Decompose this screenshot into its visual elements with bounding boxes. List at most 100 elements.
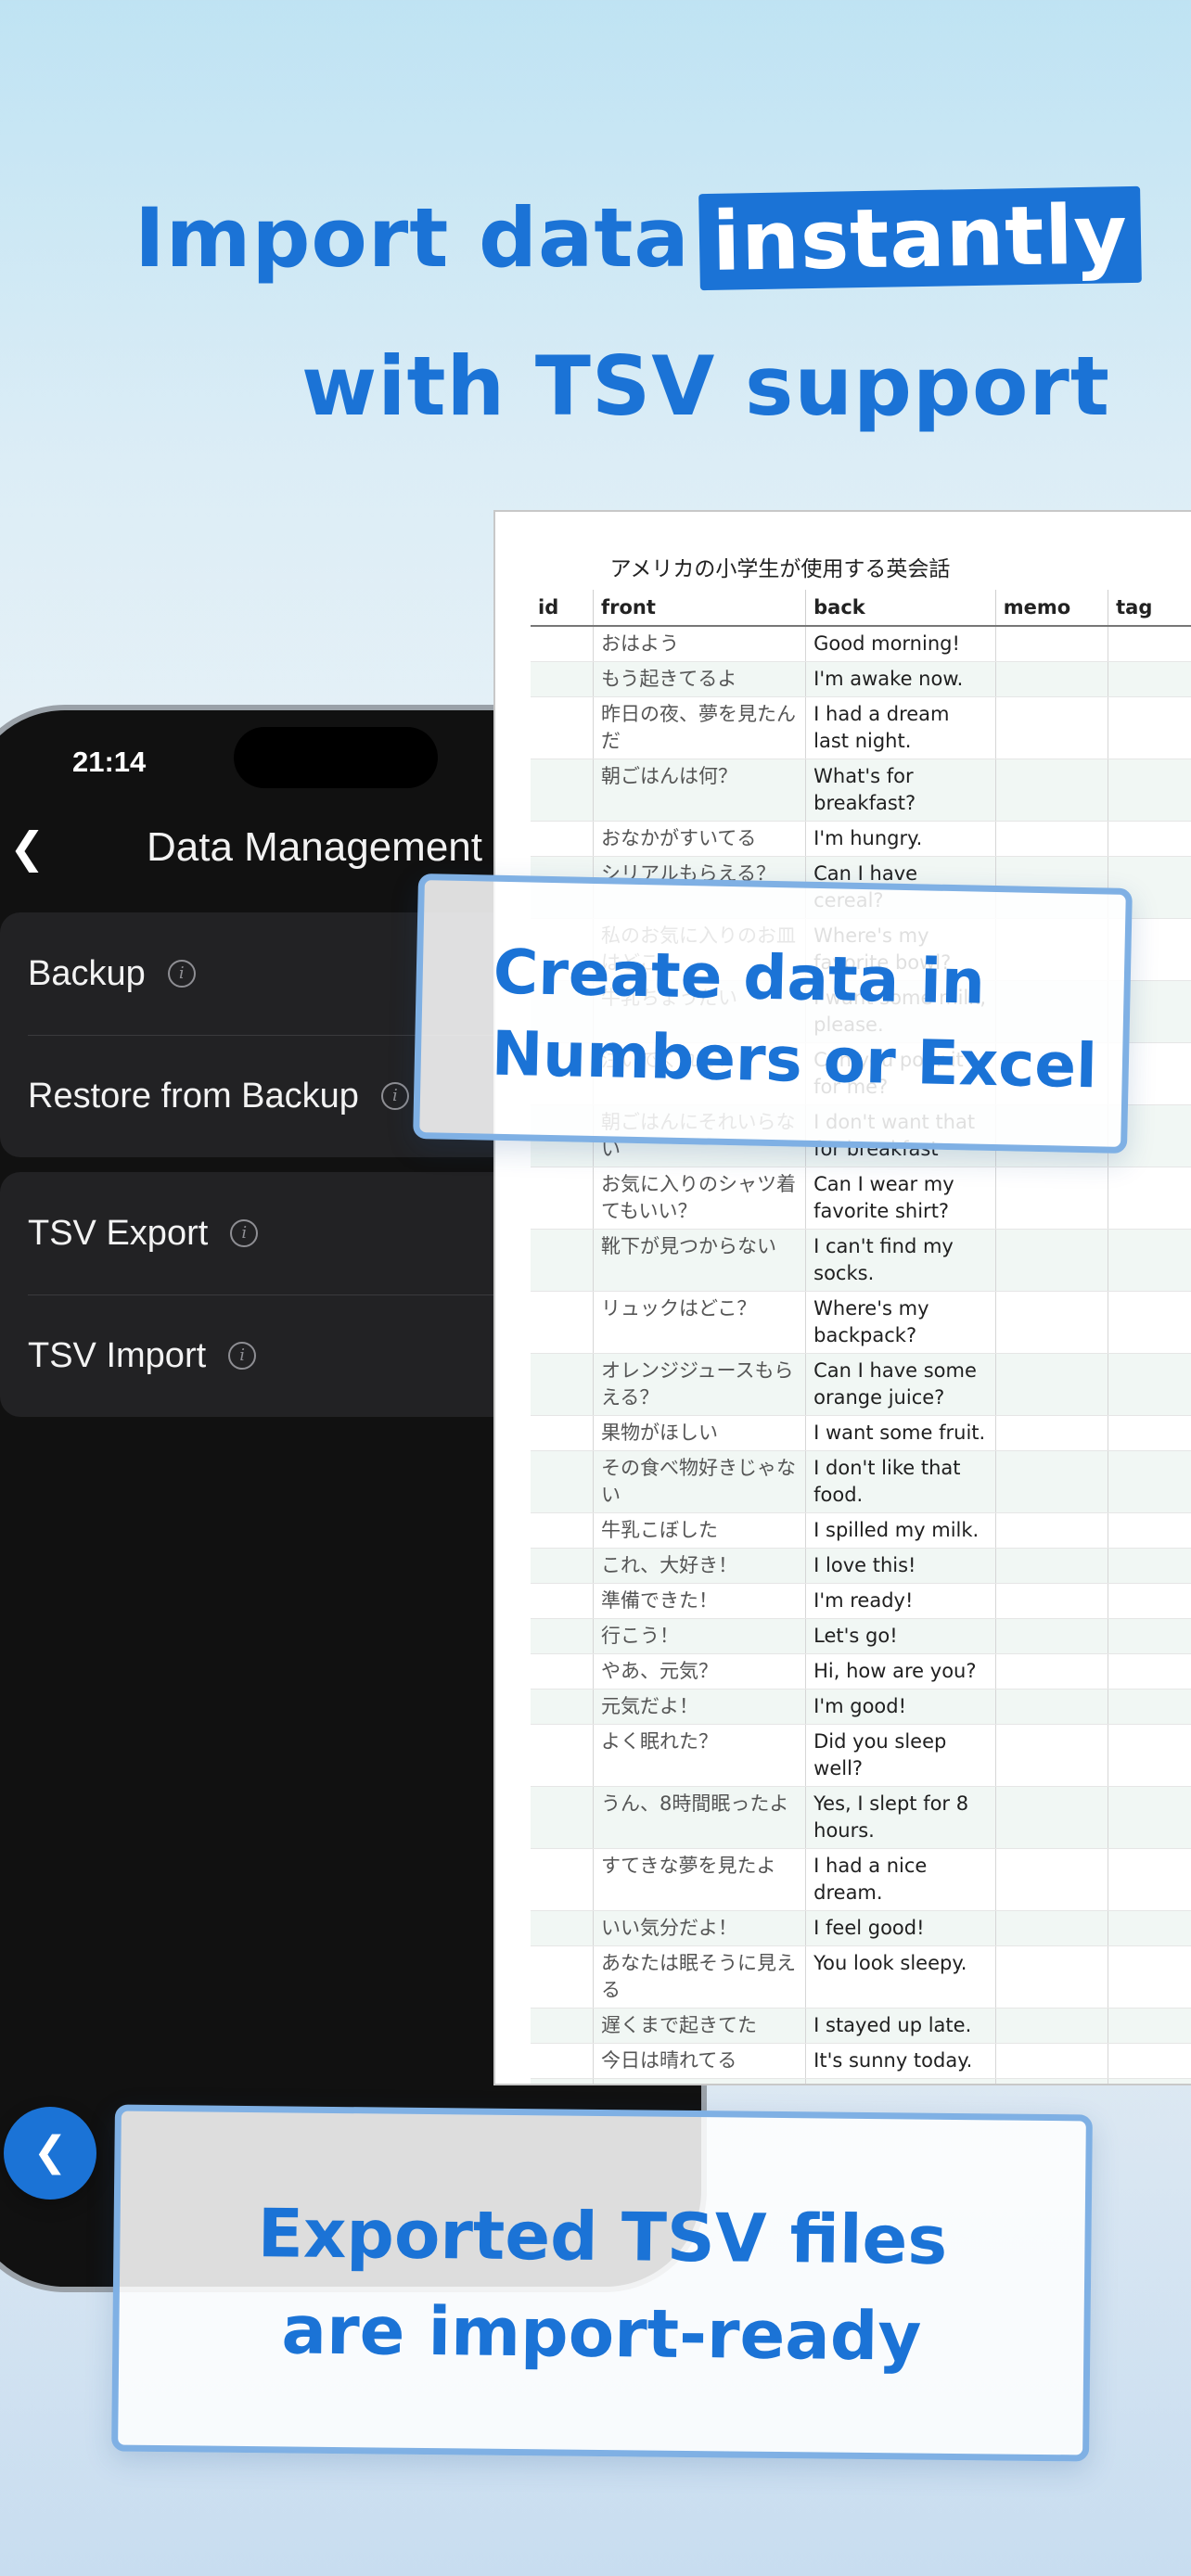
chevron-left-icon[interactable]: ❮ [9, 820, 45, 875]
cell-memo [995, 696, 1109, 759]
callout-create-data: Create data in Numbers or Excel [413, 873, 1133, 1154]
callout-line: Exported TSV files [257, 2194, 948, 2279]
cell-front: 行こう！ [593, 1618, 807, 1654]
cell-back: I don't like that food. [805, 1450, 996, 1513]
cell-memo [995, 2043, 1109, 2079]
cell-tag [1108, 1945, 1191, 2009]
cell-id [531, 1689, 594, 1725]
table-row: 元気だよ！ I'm good! [531, 1689, 1191, 1725]
cell-tag [1108, 1415, 1191, 1451]
cell-front: 遅くまで起きてた [593, 2008, 807, 2044]
cell-tag [1108, 661, 1191, 697]
cell-id [531, 1450, 594, 1513]
cell-tag [1108, 1653, 1191, 1690]
cell-tag [1108, 1167, 1191, 1230]
nav-title: Data Management [147, 824, 482, 870]
cell-memo [995, 1724, 1109, 1787]
cell-front: 靴下が見つからない [593, 1229, 807, 1292]
cell-back: What's for breakfast? [805, 759, 996, 822]
cell-memo [995, 1548, 1109, 1584]
cell-id [531, 1229, 594, 1292]
cell-id [531, 661, 594, 697]
cell-tag [1108, 696, 1191, 759]
cell-tag [1108, 2043, 1191, 2079]
info-icon[interactable]: i [380, 1082, 409, 1110]
spreadsheet-table: id front back memo tag おはよう Good morning!… [531, 590, 1191, 2084]
table-row: 朝ごはんは何？ What's for breakfast? [531, 759, 1191, 822]
settings-row-label: TSV Import [28, 1335, 207, 1375]
cell-id [531, 2008, 594, 2044]
info-icon[interactable]: i [167, 960, 196, 988]
callout-line: Numbers or Excel [491, 1017, 1098, 1103]
cell-memo [995, 1786, 1109, 1849]
table-row: オレンジジュースもらえる？ Can I have some orange juic… [531, 1353, 1191, 1416]
cell-tag [1108, 1848, 1191, 1911]
cell-back: Hi, how are you? [805, 1653, 996, 1690]
cell-front: よく眠れた？ [593, 1724, 807, 1787]
cell-front: すてきな夢を見たよ [593, 1848, 807, 1911]
cell-front: やあ、元気？ [593, 1653, 807, 1690]
cell-back: Good morning! [805, 626, 996, 662]
cell-back: I stayed up late. [805, 2008, 996, 2044]
cell-front: いい気分だよ！ [593, 1910, 807, 1946]
cell-front: 朝ごはんは何？ [593, 759, 807, 822]
dynamic-island [234, 727, 438, 788]
cell-memo [995, 1848, 1109, 1911]
cell-tag [1108, 1724, 1191, 1787]
cell-back: I want some fruit. [805, 1415, 996, 1451]
table-row: 今日は晴れてる It's sunny today. [531, 2043, 1191, 2079]
table-row: いい気分だよ！ I feel good! [531, 1910, 1191, 1946]
cell-tag [1108, 1353, 1191, 1416]
callout-line: are import-ready [281, 2290, 922, 2376]
cell-back: Where's my backpack? [805, 1291, 996, 1354]
cell-back: You look sleepy. [805, 1945, 996, 2009]
cell-tag [1108, 2008, 1191, 2044]
settings-row-label: Backup [28, 953, 146, 993]
cell-tag [1108, 1910, 1191, 1946]
cell-back: I had a dream last night. [805, 696, 996, 759]
headline-line-1: Import data instantly [134, 185, 1191, 291]
cell-back: I spilled my milk. [805, 1512, 996, 1549]
cell-id [531, 821, 594, 857]
table-row: 牛乳こぼした I spilled my milk. [531, 1512, 1191, 1549]
cell-memo [995, 1353, 1109, 1416]
cell-front: これ、大好き！ [593, 1548, 807, 1584]
callout-line: Create data in [493, 936, 986, 1018]
info-icon[interactable]: i [230, 1219, 259, 1247]
cell-front: その食べ物好きじゃない [593, 1450, 807, 1513]
table-row: 昨日の夜、夢を見たんだ I had a dream last night. [531, 696, 1191, 759]
chevron-left-icon[interactable]: ❮ [4, 2107, 96, 2200]
cell-tag [1108, 759, 1191, 822]
cell-tag [1108, 1512, 1191, 1549]
column-header: front [593, 590, 807, 627]
column-header: memo [995, 590, 1109, 627]
cell-front: 太陽が大好き [593, 2078, 807, 2084]
cell-back: Let's go! [805, 1618, 996, 1654]
cell-front: 今日は晴れてる [593, 2043, 807, 2079]
cell-id [531, 1945, 594, 2009]
table-row: あなたは眠そうに見える You look sleepy. [531, 1945, 1191, 2009]
table-row: おはよう Good morning! [531, 626, 1191, 662]
cell-back: I'm awake now. [805, 661, 996, 697]
cell-tag [1108, 1450, 1191, 1513]
info-icon[interactable]: i [228, 1342, 257, 1370]
cell-tag [1108, 1618, 1191, 1654]
cell-tag [1108, 1583, 1191, 1619]
cell-id [531, 1548, 594, 1584]
headline-highlight: instantly [698, 185, 1142, 291]
cell-front: おはよう [593, 626, 807, 662]
cell-memo [995, 759, 1109, 822]
cell-tag [1108, 1548, 1191, 1584]
headline-prefix: Import data [134, 190, 690, 286]
cell-back: I love this! [805, 1548, 996, 1584]
cell-memo [995, 821, 1109, 857]
table-row: 行こう！ Let's go! [531, 1618, 1191, 1654]
cell-front: 果物がほしい [593, 1415, 807, 1451]
cell-memo [995, 1618, 1109, 1654]
table-row: これ、大好き！ I love this! [531, 1548, 1191, 1584]
table-row: 果物がほしい I want some fruit. [531, 1415, 1191, 1451]
cell-memo [995, 661, 1109, 697]
cell-front: あなたは眠そうに見える [593, 1945, 807, 2009]
cell-back: Yes, I slept for 8 hours. [805, 1786, 996, 1849]
cell-id [531, 1618, 594, 1654]
